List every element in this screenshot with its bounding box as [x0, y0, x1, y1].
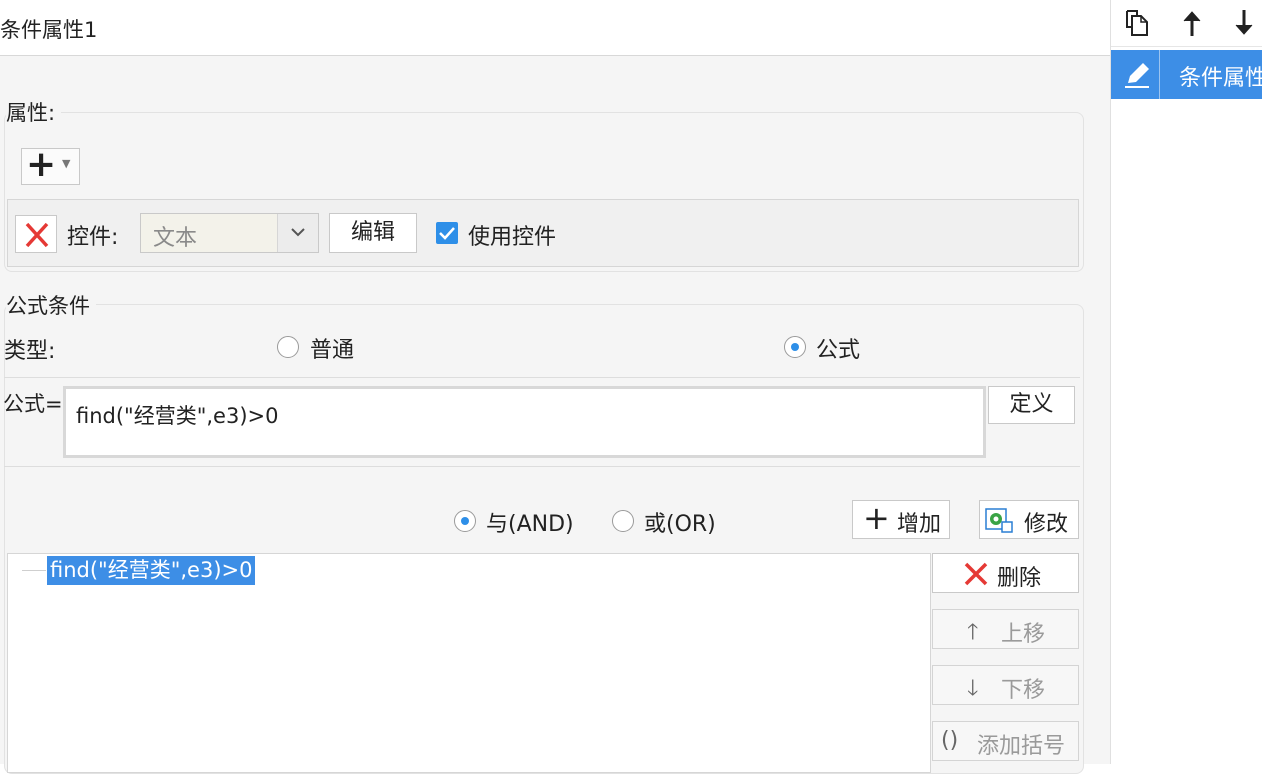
- define-button[interactable]: 定义: [988, 386, 1075, 424]
- formula-condition-group-label: 公式条件: [6, 290, 96, 320]
- item-divider: [1159, 50, 1160, 99]
- close-icon: [964, 562, 988, 586]
- move-down-arrow-icon[interactable]: [1233, 9, 1255, 37]
- plus-icon: +: [26, 144, 57, 185]
- type-formula-label: 公式: [816, 338, 861, 363]
- separator: [4, 377, 1080, 378]
- add-bracket-label: 添加括号: [977, 734, 1066, 759]
- dropdown-caret-icon: ▼: [62, 157, 71, 170]
- chevron-down-icon: [277, 214, 318, 252]
- delete-condition-button[interactable]: 删除: [932, 553, 1079, 593]
- use-control-label: 使用控件: [468, 225, 557, 250]
- logic-or-radio[interactable]: [612, 510, 634, 532]
- modify-condition-button[interactable]: 修改: [979, 500, 1079, 539]
- add-condition-label: 增加: [897, 512, 942, 537]
- move-down-label: 下移: [1001, 678, 1046, 703]
- formula-input-value: find("经营类",e3)>0: [76, 404, 279, 428]
- logic-and-label: 与(AND): [486, 512, 574, 537]
- control-label: 控件:: [67, 225, 119, 250]
- plus-icon: +: [863, 499, 890, 537]
- move-down-button[interactable]: 🡓 下移: [932, 665, 1079, 705]
- type-formula-radio[interactable]: [784, 336, 806, 358]
- add-bracket-button[interactable]: () 添加括号: [932, 721, 1079, 761]
- add-condition-button[interactable]: + 增加: [852, 499, 950, 539]
- separator: [4, 466, 1080, 467]
- use-control-checkbox[interactable]: [436, 222, 458, 244]
- move-up-arrow-icon[interactable]: [1181, 9, 1203, 37]
- logic-and-radio[interactable]: [454, 510, 476, 532]
- list-toolbar: [1111, 0, 1262, 47]
- delete-condition-label: 删除: [997, 566, 1042, 591]
- move-up-label: 上移: [1001, 622, 1046, 647]
- modify-gear-icon: [985, 508, 1013, 533]
- tree-connector: [22, 570, 46, 571]
- type-normal-radio[interactable]: [277, 336, 299, 358]
- add-attribute-button[interactable]: + ▼: [21, 144, 80, 185]
- condition-item[interactable]: find("经营类",e3)>0: [47, 556, 256, 585]
- edit-button[interactable]: 编辑: [329, 213, 417, 253]
- arrow-down-icon: 🡓: [967, 676, 979, 701]
- condition-list[interactable]: [7, 553, 931, 773]
- move-up-button[interactable]: 🡑 上移: [932, 609, 1079, 649]
- attributes-group-label: 属性:: [6, 97, 62, 127]
- condition-property-list-label: 条件属性: [1179, 66, 1262, 91]
- condition-property-list-item[interactable]: 条件属性: [1111, 50, 1262, 99]
- pencil-icon: [1125, 63, 1149, 88]
- logic-or-label: 或(OR): [644, 512, 716, 537]
- checkmark-icon: [439, 227, 455, 240]
- control-type-value: 文本: [153, 226, 198, 251]
- arrow-up-icon: 🡑: [967, 620, 979, 645]
- control-type-select[interactable]: 文本: [140, 213, 319, 253]
- panel-title: 条件属性1: [0, 18, 98, 42]
- modify-condition-label: 修改: [1024, 512, 1069, 537]
- formula-label: 公式=: [3, 392, 63, 416]
- type-label: 类型:: [4, 339, 56, 364]
- title-bar: 条件属性1: [0, 0, 1110, 56]
- close-icon: [25, 222, 49, 248]
- type-normal-label: 普通: [310, 338, 355, 363]
- remove-attribute-button[interactable]: [15, 215, 57, 253]
- condition-property-list-panel: [1110, 0, 1262, 764]
- formula-input[interactable]: find("经营类",e3)>0: [63, 386, 986, 458]
- copy-icon[interactable]: [1124, 9, 1150, 37]
- bracket-icon: (): [941, 728, 959, 753]
